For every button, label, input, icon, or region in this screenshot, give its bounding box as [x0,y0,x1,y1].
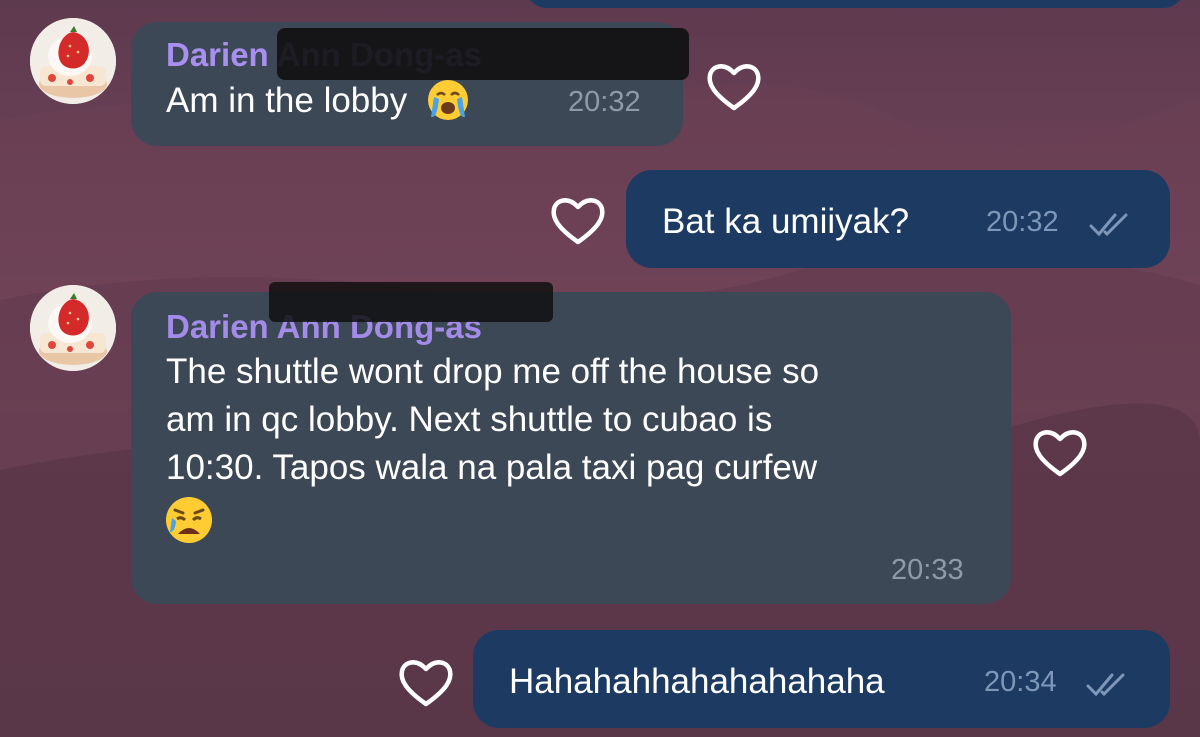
message-bubble-incoming[interactable]: Darien Ann Dong-as Am in the lobby 20:32 [131,22,689,146]
message-text: Bat ka umiiyak? [662,202,910,241]
redaction-mark [269,282,553,322]
previous-outgoing-bubble-edge [525,0,1185,8]
message-time: 20:32 [986,206,1059,238]
message-bubble-incoming[interactable]: Darien Ann Dong-as The shuttle wont drop… [131,282,1011,604]
message-bubble-outgoing[interactable]: Hahahahhahahahahaha 20:34 [473,630,1170,728]
message-time: 20:33 [891,554,964,586]
redaction-mark [277,28,689,80]
message-line: am in qc lobby. Next shuttle to cubao is [166,400,773,439]
double-check-icon [1086,673,1125,697]
message-time: 20:34 [984,666,1057,698]
message-time: 20:32 [568,86,641,118]
message-text-content: Am in the lobby [166,81,408,120]
heart-outline-icon[interactable] [1030,424,1090,480]
strawberry-cake-avatar-icon [30,18,116,104]
double-check-icon [1089,213,1128,237]
avatar[interactable] [30,285,116,371]
avatar[interactable] [30,18,116,104]
heart-outline-icon[interactable] [548,192,608,248]
message-text: Am in the lobby [166,77,471,125]
crying-face-icon [427,79,468,120]
weary-crying-face-icon [166,497,212,543]
strawberry-cake-avatar-icon [30,285,116,371]
message-bubble-outgoing[interactable]: Bat ka umiiyak? 20:32 [626,170,1170,268]
heart-outline-icon[interactable] [396,654,456,710]
message-text: Hahahahhahahahahaha [509,662,885,701]
message-line: 10:30. Tapos wala na pala taxi pag curfe… [166,448,818,487]
message-line: The shuttle wont drop me off the house s… [166,352,820,391]
heart-outline-icon[interactable] [704,58,764,114]
